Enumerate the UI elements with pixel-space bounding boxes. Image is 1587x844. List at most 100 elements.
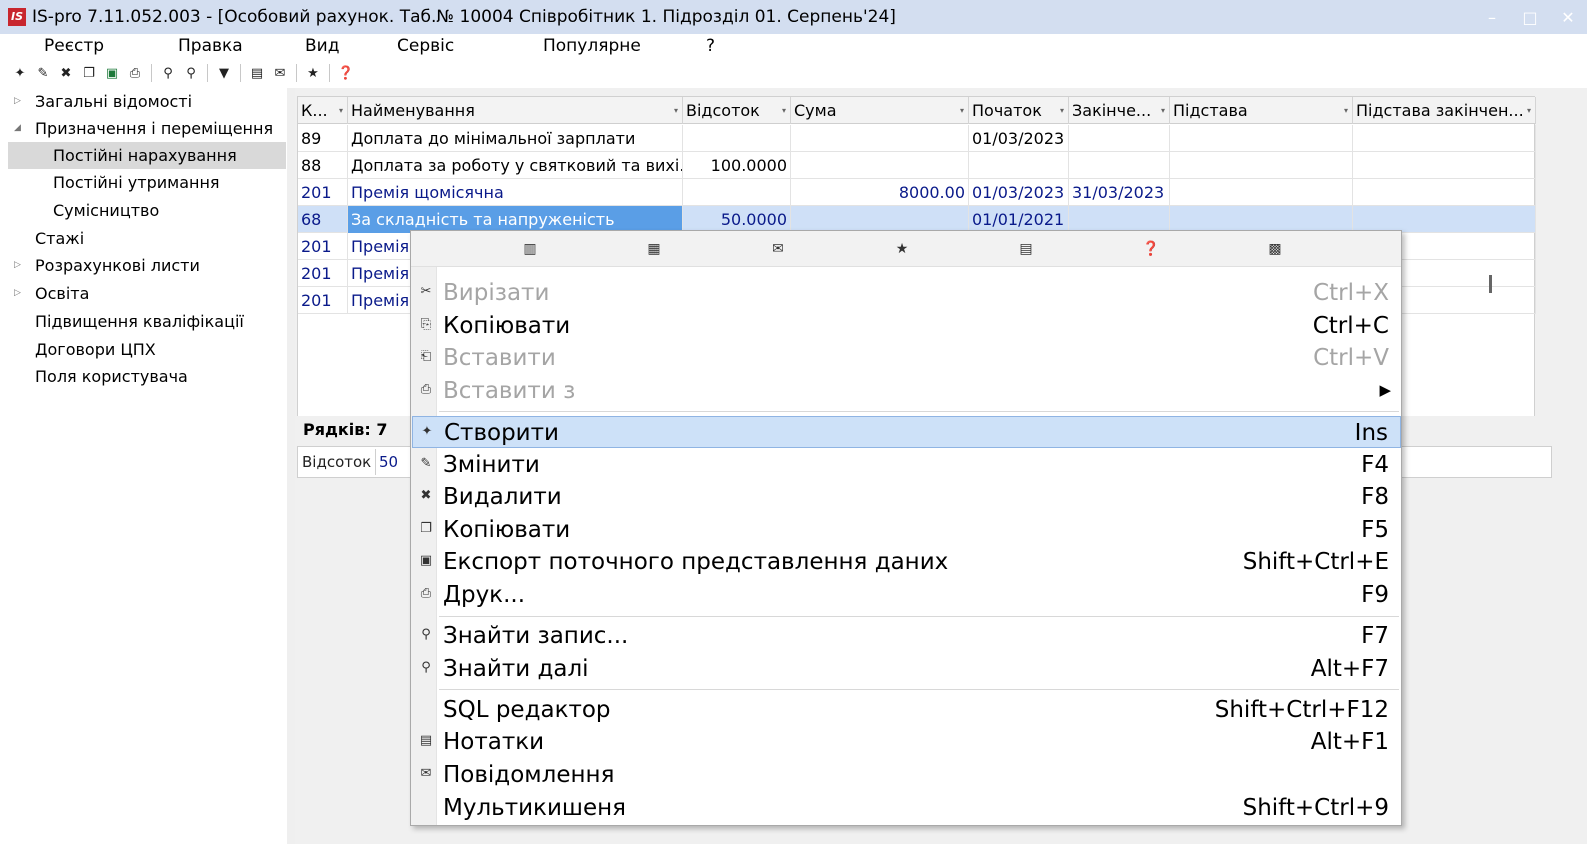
mail-icon[interactable]: ✉ xyxy=(768,239,788,259)
dropdown-arrow-icon[interactable]: ▾ xyxy=(782,97,786,124)
expand-arrow-icon[interactable]: ▷ xyxy=(14,88,21,115)
menu-item-new[interactable]: ✦ Створити Ins xyxy=(412,415,1401,448)
tree-item-permanent-accruals[interactable]: Постійні нарахування xyxy=(8,142,286,169)
cell-sum[interactable] xyxy=(791,152,969,179)
menu-item-edit[interactable]: ✎ Змінити F4 xyxy=(412,449,1401,481)
new-icon[interactable]: ✦ xyxy=(10,63,30,83)
minimize-button[interactable]: – xyxy=(1473,0,1511,34)
cell-name[interactable]: Доплата за роботу у святковий та вихі... xyxy=(348,152,683,179)
column-header-code[interactable]: К... ▾ xyxy=(298,97,348,124)
menu-item-paste[interactable]: ⎗ Вставити Ctrl+V xyxy=(412,342,1401,374)
cell-basis[interactable] xyxy=(1170,206,1353,233)
cell-sum[interactable]: 8000.00 xyxy=(791,179,969,206)
cell-code[interactable]: 201 xyxy=(298,179,348,206)
tree-item-civil-contracts[interactable]: Договори ЦПХ xyxy=(8,336,286,363)
filter-icon[interactable]: ▼ xyxy=(214,63,234,83)
tree-item-assignments[interactable]: ◢ Призначення і переміщення xyxy=(8,115,286,142)
close-button[interactable]: ✕ xyxy=(1549,0,1587,34)
dropdown-arrow-icon[interactable]: ▾ xyxy=(674,97,678,124)
tree-item-user-fields[interactable]: Поля користувача xyxy=(8,363,286,390)
star-icon[interactable]: ★ xyxy=(303,63,323,83)
notes-icon[interactable]: ▤ xyxy=(1016,239,1036,259)
column-header-end[interactable]: Закінче... ▾ xyxy=(1069,97,1170,124)
menu-item-delete[interactable]: ✖ Видалити F8 xyxy=(412,481,1401,513)
cell-sum[interactable] xyxy=(791,206,969,233)
cell-start[interactable]: 01/03/2023 xyxy=(969,179,1069,206)
delete-icon[interactable]: ✖ xyxy=(56,63,76,83)
help-icon[interactable]: ❓ xyxy=(336,63,356,83)
menu-item-mail[interactable]: ✉ Повідомлення xyxy=(412,759,1401,791)
dropdown-arrow-icon[interactable]: ▾ xyxy=(1527,97,1531,124)
tree-item-experience[interactable]: Стажі xyxy=(8,225,286,252)
cell-end[interactable] xyxy=(1069,206,1170,233)
menu-item-copy[interactable]: ⎘ Копіювати Ctrl+C xyxy=(412,310,1401,342)
menu-view[interactable]: Вид xyxy=(305,36,339,56)
dropdown-arrow-icon[interactable]: ▾ xyxy=(1060,97,1064,124)
tree-item-qualification[interactable]: Підвищення кваліфікації xyxy=(8,308,286,335)
panel-splitter[interactable] xyxy=(287,88,295,844)
cell-basis[interactable] xyxy=(1170,179,1353,206)
column-header-sum[interactable]: Сума ▾ xyxy=(791,97,969,124)
menu-item-find-next[interactable]: ⚲ Знайти далі Alt+F7 xyxy=(412,653,1401,685)
excel-export-icon[interactable]: ▣ xyxy=(102,63,122,83)
help-icon[interactable]: ❓ xyxy=(1141,239,1161,259)
cell-sum[interactable] xyxy=(791,125,969,152)
menu-item-item-12[interactable]: SQL редактор Shift+Ctrl+F12 xyxy=(412,694,1401,726)
pockets-icon[interactable]: ▩ xyxy=(1265,239,1285,259)
dropdown-arrow-icon[interactable]: ▾ xyxy=(960,97,964,124)
find-next-icon[interactable]: ⚲ xyxy=(181,63,201,83)
expand-arrow-icon[interactable]: ▷ xyxy=(14,280,21,307)
cell-percent[interactable] xyxy=(683,125,791,152)
table-row[interactable]: 201 Премія щомісячна 8000.00 01/03/2023 31/0… xyxy=(298,179,1536,206)
menu-item-print[interactable]: ⎙ Друк... F9 xyxy=(412,579,1401,611)
tree-item-payslips[interactable]: ▷ Розрахункові листи xyxy=(8,252,286,279)
dropdown-arrow-icon[interactable]: ▾ xyxy=(1161,97,1165,124)
cell-percent[interactable]: 50.0000 xyxy=(683,206,791,233)
percent-field-input[interactable]: 50 xyxy=(375,449,415,475)
cell-percent[interactable]: 100.0000 xyxy=(683,152,791,179)
star-icon[interactable]: ★ xyxy=(892,239,912,259)
cell-code[interactable]: 201 xyxy=(298,260,348,287)
cell-start[interactable]: 01/01/2021 xyxy=(969,206,1069,233)
menu-item-cut[interactable]: ✂ Вирізати Ctrl+X xyxy=(412,277,1401,309)
cell-basis[interactable] xyxy=(1170,152,1353,179)
print-icon[interactable]: ⎙ xyxy=(125,63,145,83)
table-row[interactable]: 68 За складність та напруженість 50.0000 01… xyxy=(298,206,1536,233)
collapse-arrow-icon[interactable]: ◢ xyxy=(14,115,21,142)
notes-icon[interactable]: ▤ xyxy=(247,63,267,83)
menu-item-copy-record[interactable]: ❐ Копіювати F5 xyxy=(412,514,1401,546)
cell-basis-end[interactable] xyxy=(1353,179,1536,206)
menu-item-notes[interactable]: ▤ Нотатки Alt+F1 xyxy=(412,726,1401,758)
cell-basis[interactable] xyxy=(1170,125,1353,152)
cell-end[interactable] xyxy=(1069,152,1170,179)
cell-code[interactable]: 89 xyxy=(298,125,348,152)
menu-item-item-15[interactable]: Мультикишеня Shift+Ctrl+9 xyxy=(412,792,1401,824)
dropdown-arrow-icon[interactable]: ▾ xyxy=(1344,97,1348,124)
tree-item-permanent-deductions[interactable]: Постійні утримання xyxy=(8,169,286,196)
cell-end[interactable] xyxy=(1069,125,1170,152)
cell-name[interactable]: За складність та напруженість xyxy=(348,206,683,233)
cell-code[interactable]: 88 xyxy=(298,152,348,179)
cell-name[interactable]: Доплата до мінімальної зарплати xyxy=(348,125,683,152)
menu-item-find[interactable]: ⚲ Знайти запис... F7 xyxy=(412,620,1401,652)
copy-icon[interactable]: ❐ xyxy=(79,63,99,83)
cell-percent[interactable] xyxy=(683,179,791,206)
column-header-basis[interactable]: Підстава ▾ xyxy=(1170,97,1353,124)
menu-registry[interactable]: Реєстр xyxy=(44,36,104,56)
column-header-start[interactable]: Початок ▾ xyxy=(969,97,1069,124)
tree-item-general-info[interactable]: ▷ Загальні відомості xyxy=(8,88,286,115)
menu-item-excel-export[interactable]: ▣ Експорт поточного представлення даних Sh… xyxy=(412,546,1401,578)
expand-arrow-icon[interactable]: ▷ xyxy=(14,252,21,279)
tree-item-part-time[interactable]: Сумісництво xyxy=(8,197,286,224)
edit-icon[interactable]: ✎ xyxy=(33,63,53,83)
dropdown-arrow-icon[interactable]: ▾ xyxy=(339,97,343,124)
vertical-scrollbar[interactable] xyxy=(1489,275,1492,293)
menu-help[interactable]: ? xyxy=(706,36,715,56)
find-icon[interactable]: ⚲ xyxy=(158,63,178,83)
menu-item-paste-from[interactable]: ⎙ Вставити з ▶ xyxy=(412,375,1401,407)
calculator-icon[interactable]: ▥ xyxy=(520,239,540,259)
maximize-button[interactable]: □ xyxy=(1511,0,1549,34)
cell-end[interactable]: 31/03/2023 xyxy=(1069,179,1170,206)
table-row[interactable]: 89 Доплата до мінімальної зарплати 01/03/2… xyxy=(298,125,1536,152)
menu-popular[interactable]: Популярне xyxy=(543,36,641,56)
